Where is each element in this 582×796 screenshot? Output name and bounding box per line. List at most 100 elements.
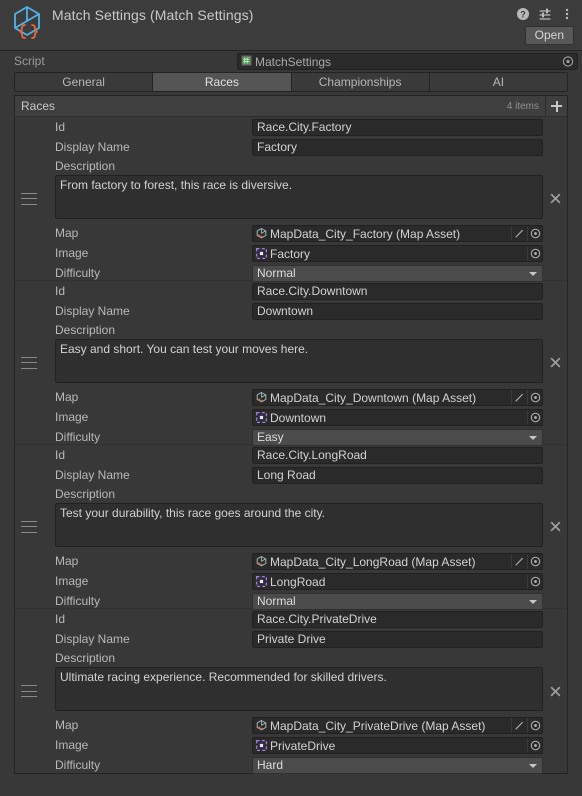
image-object-field[interactable]: Downtown xyxy=(252,409,543,426)
object-picker-icon[interactable] xyxy=(527,390,542,405)
drag-handle-icon[interactable] xyxy=(21,685,37,697)
cs-script-icon xyxy=(241,54,252,69)
display-name-input[interactable]: Private Drive xyxy=(252,631,543,648)
object-picker-icon[interactable] xyxy=(527,738,542,753)
drag-handle-icon[interactable] xyxy=(21,356,37,369)
help-icon[interactable]: ? xyxy=(515,6,530,21)
drag-handle-icon[interactable] xyxy=(21,192,37,205)
race-list-item: Id Race.City.LongRoad Display Name Long … xyxy=(15,445,567,610)
id-row: Id Race.City.Downtown xyxy=(39,281,543,301)
races-list-body: Id Race.City.Factory Display Name Factor… xyxy=(15,117,567,775)
chevron-down-icon xyxy=(529,599,537,604)
script-label: Script xyxy=(14,54,45,68)
race-list-item: Id Race.City.PrivateDrive Display Name P… xyxy=(15,609,567,775)
map-object-field[interactable]: MapData_City_Downtown (Map Asset) xyxy=(252,389,543,406)
svg-text:?: ? xyxy=(520,9,526,19)
object-picker-icon[interactable] xyxy=(527,226,542,241)
image-object-field[interactable]: Factory xyxy=(252,245,543,262)
description-textarea[interactable]: Easy and short. You can test your moves … xyxy=(55,339,543,383)
sprite-asset-icon xyxy=(255,575,268,588)
object-picker-icon[interactable] xyxy=(527,410,542,425)
page-title: Match Settings (Match Settings) xyxy=(52,7,254,23)
chevron-down-icon xyxy=(529,435,537,440)
object-picker-icon[interactable] xyxy=(527,718,542,733)
difficulty-dropdown[interactable]: Normal xyxy=(252,593,543,610)
image-row: Image Factory xyxy=(39,243,543,263)
id-label: Id xyxy=(55,612,66,626)
difficulty-label: Difficulty xyxy=(55,758,101,772)
object-picker-icon[interactable] xyxy=(527,574,542,589)
tab-general[interactable]: General xyxy=(15,73,154,91)
race-list-item: Id Race.City.Factory Display Name Factor… xyxy=(15,117,567,283)
object-picker-icon[interactable] xyxy=(527,246,542,261)
description-label-row: Description xyxy=(39,649,543,667)
display-name-input[interactable]: Long Road xyxy=(252,467,543,484)
image-object-field[interactable]: LongRoad xyxy=(252,573,543,590)
difficulty-value: Hard xyxy=(257,758,284,772)
object-picker-icon[interactable] xyxy=(561,55,574,68)
map-object-field[interactable]: MapData_City_PrivateDrive (Map Asset) xyxy=(252,717,543,734)
id-row: Id Race.City.Factory xyxy=(39,117,543,137)
races-list-title: Races xyxy=(21,99,56,113)
race-fields: Id Race.City.Factory Display Name Factor… xyxy=(39,117,543,283)
map-value: MapData_City_Factory (Map Asset) xyxy=(270,226,461,241)
race-fields: Id Race.City.LongRoad Display Name Long … xyxy=(39,445,543,610)
id-input[interactable]: Race.City.PrivateDrive xyxy=(252,611,543,628)
image-label: Image xyxy=(55,574,89,588)
script-value: MatchSettings xyxy=(255,54,332,69)
open-button[interactable]: Open xyxy=(524,26,574,45)
tab-races[interactable]: Races xyxy=(153,73,292,91)
map-asset-icon xyxy=(255,719,268,732)
display-name-input[interactable]: Downtown xyxy=(252,303,543,320)
tab-ai[interactable]: AI xyxy=(429,73,567,91)
remove-race-button[interactable] xyxy=(547,191,563,207)
description-textarea[interactable]: Ultimate racing experience. Recommended … xyxy=(55,667,543,711)
map-object-field[interactable]: MapData_City_LongRoad (Map Asset) xyxy=(252,553,543,570)
preset-settings-icon[interactable] xyxy=(537,6,552,21)
remove-race-button[interactable] xyxy=(547,519,563,535)
difficulty-row: Difficulty Normal xyxy=(39,263,543,283)
id-input[interactable]: Race.City.Factory xyxy=(252,119,543,136)
description-label: Description xyxy=(55,487,116,501)
difficulty-row: Difficulty Hard xyxy=(39,755,543,775)
id-row: Id Race.City.LongRoad xyxy=(39,445,543,465)
drag-handle-icon[interactable] xyxy=(21,520,37,533)
pencil-edit-icon[interactable] xyxy=(511,718,527,733)
races-item-count: 4 items xyxy=(506,100,539,112)
display-name-row: Display Name Private Drive xyxy=(39,629,543,649)
description-textarea[interactable]: From factory to forest, this race is div… xyxy=(55,175,543,219)
inspector-header: Match Settings (Match Settings) ? Open xyxy=(0,0,582,51)
sprite-asset-icon xyxy=(255,739,268,752)
display-name-input[interactable]: Factory xyxy=(252,139,543,156)
pencil-edit-icon[interactable] xyxy=(511,390,527,405)
id-input[interactable]: Race.City.Downtown xyxy=(252,283,543,300)
image-object-field[interactable]: PrivateDrive xyxy=(252,737,543,754)
sprite-asset-icon xyxy=(255,411,268,424)
map-row: Map MapData_City_Downtown (Map Asset) xyxy=(39,387,543,407)
difficulty-dropdown[interactable]: Easy xyxy=(252,429,543,446)
display-name-label: Display Name xyxy=(55,140,130,154)
display-name-label: Display Name xyxy=(55,632,130,646)
difficulty-value: Normal xyxy=(257,266,296,280)
display-name-label: Display Name xyxy=(55,304,130,318)
id-label: Id xyxy=(55,448,66,462)
description-textarea[interactable]: Test your durability, this race goes aro… xyxy=(55,503,543,547)
object-picker-icon[interactable] xyxy=(527,554,542,569)
difficulty-label: Difficulty xyxy=(55,266,101,280)
map-object-field[interactable]: MapData_City_Factory (Map Asset) xyxy=(252,225,543,242)
image-label: Image xyxy=(55,410,89,424)
pencil-edit-icon[interactable] xyxy=(511,226,527,241)
remove-race-button[interactable] xyxy=(547,355,563,371)
add-race-button[interactable] xyxy=(545,96,567,116)
tab-championships[interactable]: Championships xyxy=(291,73,430,91)
difficulty-dropdown[interactable]: Normal xyxy=(252,265,543,282)
remove-race-button[interactable] xyxy=(547,683,563,699)
description-label-row: Description xyxy=(39,485,543,503)
pencil-edit-icon[interactable] xyxy=(511,554,527,569)
description-label-row: Description xyxy=(39,321,543,339)
more-menu-icon[interactable] xyxy=(559,6,574,21)
id-input[interactable]: Race.City.LongRoad xyxy=(252,447,543,464)
difficulty-dropdown[interactable]: Hard xyxy=(252,757,543,774)
difficulty-label: Difficulty xyxy=(55,430,101,444)
script-object-field[interactable]: MatchSettings xyxy=(237,53,578,70)
